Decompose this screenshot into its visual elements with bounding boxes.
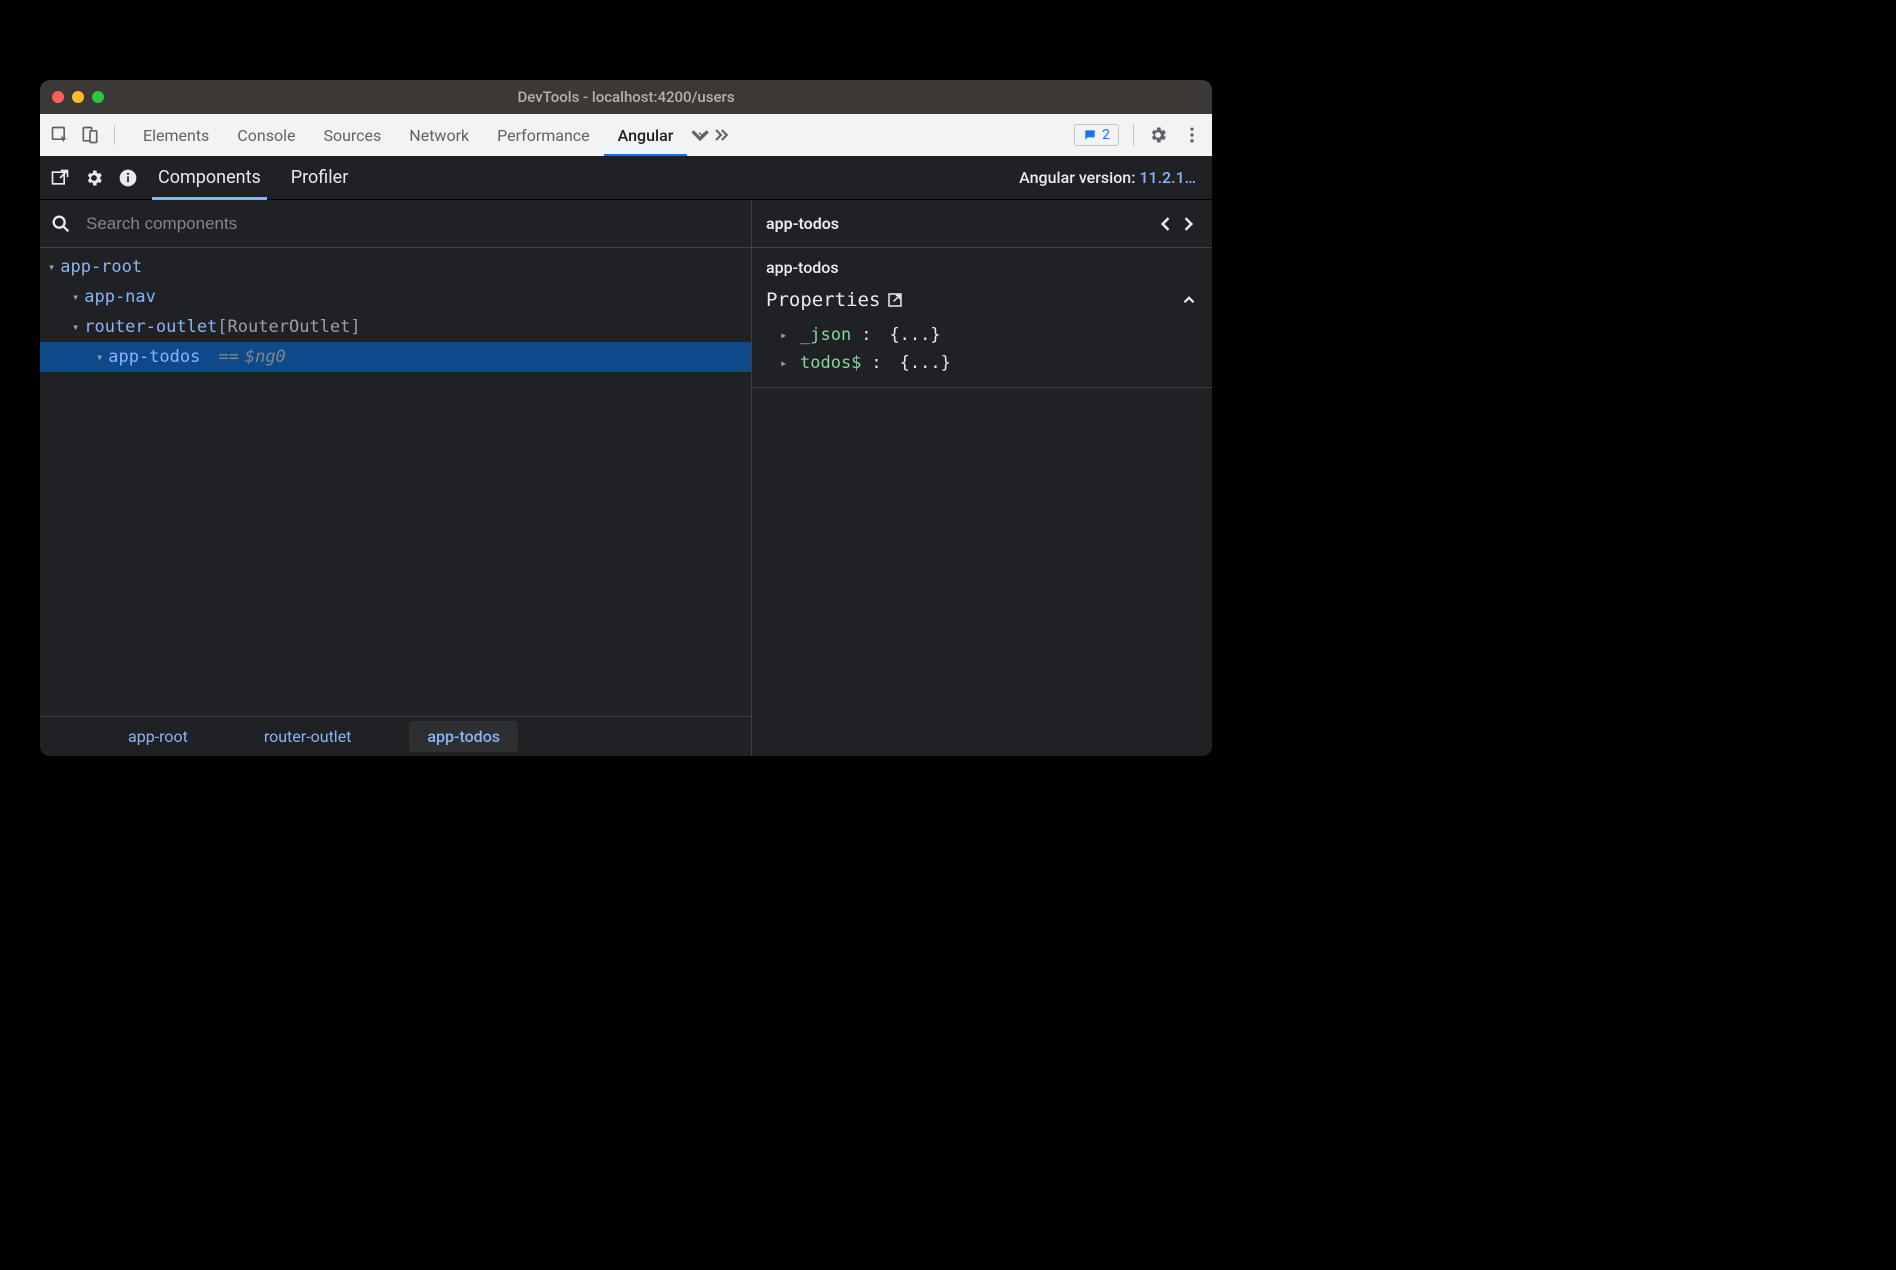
chevron-right-icon: ▸ xyxy=(780,356,790,370)
property-value: {...} xyxy=(889,325,940,345)
devtools-toolbar: Elements Console Sources Network Perform… xyxy=(40,114,1212,156)
nav-prev-icon[interactable] xyxy=(1156,214,1176,234)
inspect-element-icon[interactable] xyxy=(50,125,70,145)
angular-tab-profiler[interactable]: Profiler xyxy=(285,156,355,200)
search-input[interactable] xyxy=(86,214,741,234)
window-title: DevTools - localhost:4200/users xyxy=(517,88,734,106)
chevron-down-icon: ▾ xyxy=(72,320,79,334)
chevron-down-icon: ▾ xyxy=(48,260,55,274)
devtools-window: DevTools - localhost:4200/users Elements… xyxy=(40,80,1212,756)
issues-count: 2 xyxy=(1102,127,1110,143)
tree-label: app-todos xyxy=(108,347,200,367)
nav-next-icon[interactable] xyxy=(1178,214,1198,234)
properties-list: ▸ _json : {...} ▸ todos$ : {...} xyxy=(752,317,1212,388)
traffic-lights xyxy=(52,91,104,103)
devtools-left-tools xyxy=(50,125,115,145)
tree-label: app-nav xyxy=(84,287,156,307)
chevron-up-icon[interactable] xyxy=(1180,291,1198,309)
search-row xyxy=(40,200,751,248)
minimize-window-button[interactable] xyxy=(72,91,84,103)
tree-node-app-todos[interactable]: ▾ app-todos == $ng0 xyxy=(40,342,751,372)
maximize-window-button[interactable] xyxy=(92,91,104,103)
tree-label: router-outlet xyxy=(84,317,217,337)
tab-sources[interactable]: Sources xyxy=(309,114,395,156)
breadcrumb-item-router-outlet[interactable]: router-outlet xyxy=(246,721,370,752)
titlebar: DevTools - localhost:4200/users xyxy=(40,80,1212,114)
chevron-down-icon: ▾ xyxy=(72,290,79,304)
property-value: {...} xyxy=(900,353,951,373)
tab-network[interactable]: Network xyxy=(395,114,483,156)
properties-header[interactable]: Properties xyxy=(752,283,1212,317)
component-tree: ▾ app-root ▾ app-nav ▾ router-outlet[Rou… xyxy=(40,248,751,716)
close-window-button[interactable] xyxy=(52,91,64,103)
kebab-menu-icon[interactable] xyxy=(1182,125,1202,145)
tree-node-app-nav[interactable]: ▾ app-nav xyxy=(40,282,751,312)
angular-version: Angular version: 11.2.1… xyxy=(1019,168,1202,187)
breadcrumb: app-root router-outlet app-todos xyxy=(40,716,751,756)
device-toolbar-icon[interactable] xyxy=(80,125,100,145)
gear-icon[interactable] xyxy=(1148,125,1168,145)
angular-version-label: Angular version: xyxy=(1019,168,1135,187)
details-title: app-todos xyxy=(766,214,839,233)
property-key: todos$ xyxy=(800,353,861,373)
tab-elements[interactable]: Elements xyxy=(129,114,223,156)
export-icon[interactable] xyxy=(50,168,70,188)
angular-panel: Components Profiler Angular version: 11.… xyxy=(40,156,1212,756)
tab-angular[interactable]: Angular xyxy=(604,114,688,156)
details-nav xyxy=(1156,214,1198,234)
chevron-down-icon: ▾ xyxy=(96,350,103,364)
search-icon xyxy=(50,213,72,235)
overflow-chevrons-icon[interactable] xyxy=(711,125,731,145)
details-header: app-todos xyxy=(752,200,1212,248)
breadcrumb-item-app-root[interactable]: app-root xyxy=(110,721,206,752)
breadcrumb-item-app-todos[interactable]: app-todos xyxy=(409,721,518,752)
properties-title: Properties xyxy=(766,289,880,311)
details-pane: app-todos app-todos Properties xyxy=(752,200,1212,756)
devtools-right-tools: 2 xyxy=(1074,124,1202,146)
tree-node-app-root[interactable]: ▾ app-root xyxy=(40,252,751,282)
details-subheader: app-todos xyxy=(752,248,1212,283)
tab-console[interactable]: Console xyxy=(223,114,309,156)
tree-var: $ng0 xyxy=(245,347,286,367)
angular-version-value: 11.2.1… xyxy=(1139,168,1196,187)
chevron-right-icon: ▸ xyxy=(780,328,790,342)
open-external-icon[interactable] xyxy=(886,291,904,309)
info-icon[interactable] xyxy=(118,168,138,188)
issues-badge[interactable]: 2 xyxy=(1074,124,1119,146)
angular-header: Components Profiler Angular version: 11.… xyxy=(40,156,1212,200)
tree-label: app-root xyxy=(60,257,142,277)
main-split: ▾ app-root ▾ app-nav ▾ router-outlet[Rou… xyxy=(40,200,1212,756)
settings-icon[interactable] xyxy=(84,168,104,188)
components-pane: ▾ app-root ▾ app-nav ▾ router-outlet[Rou… xyxy=(40,200,752,756)
tab-performance[interactable]: Performance xyxy=(483,114,604,156)
tree-eq: == xyxy=(218,347,238,367)
property-key: _json xyxy=(800,325,851,345)
property-row[interactable]: ▸ _json : {...} xyxy=(752,321,1212,349)
tree-directive: RouterOutlet xyxy=(228,317,351,337)
tree-node-router-outlet[interactable]: ▾ router-outlet[RouterOutlet] xyxy=(40,312,751,342)
property-row[interactable]: ▸ todos$ : {...} xyxy=(752,349,1212,377)
angular-tab-components[interactable]: Components xyxy=(152,156,267,200)
